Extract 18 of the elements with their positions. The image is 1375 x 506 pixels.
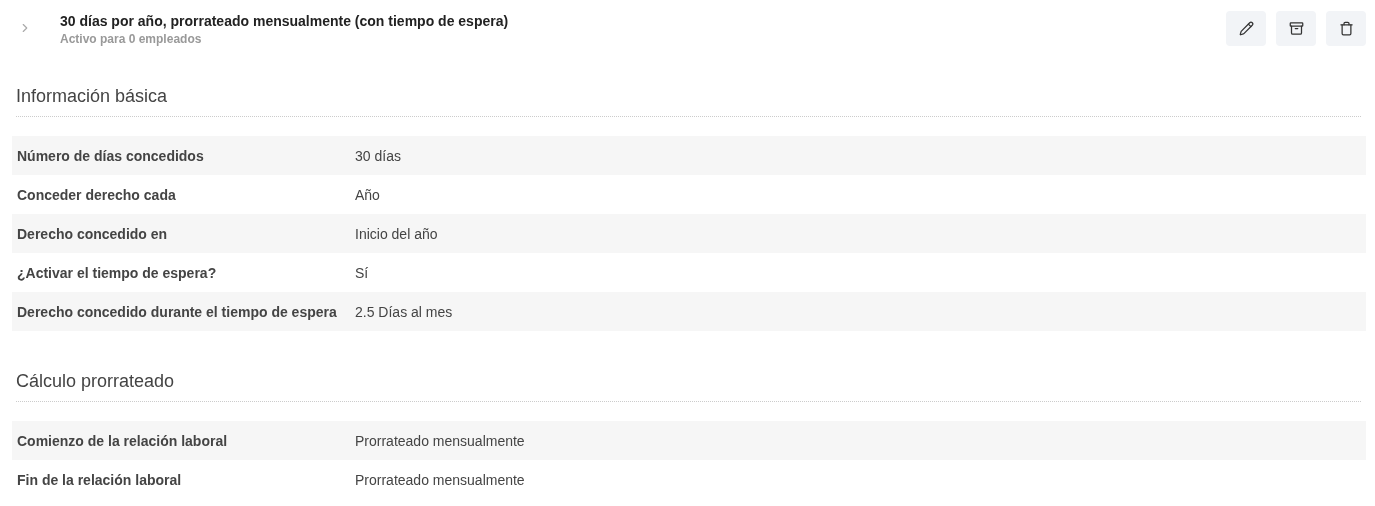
policy-title: 30 días por año, prorrateado mensualmente (con tiempo de espera) bbox=[60, 13, 510, 29]
delete-button[interactable] bbox=[1326, 11, 1366, 46]
pencil-icon bbox=[1238, 21, 1254, 36]
field-value: 30 días bbox=[350, 136, 1366, 175]
trash-icon bbox=[1338, 21, 1354, 36]
archive-button[interactable] bbox=[1276, 11, 1316, 46]
field-label: Número de días concedidos bbox=[12, 136, 350, 175]
field-value: 2.5 Días al mes bbox=[350, 292, 1366, 331]
field-value: Prorrateado mensualmente bbox=[350, 421, 1366, 460]
field-label: Derecho concedido durante el tiempo de espera bbox=[12, 292, 350, 331]
edit-button[interactable] bbox=[1226, 11, 1266, 46]
policy-subtitle: Activo para 0 empleados bbox=[60, 32, 203, 46]
field-value: Inicio del año bbox=[350, 214, 1366, 253]
section-title: Información básica bbox=[16, 86, 168, 106]
section-title: Cálculo prorrateado bbox=[16, 371, 175, 391]
field-label: Derecho concedido en bbox=[12, 214, 350, 253]
field-label: Comienzo de la relación laboral bbox=[12, 421, 350, 460]
archive-box-icon bbox=[1288, 21, 1304, 36]
